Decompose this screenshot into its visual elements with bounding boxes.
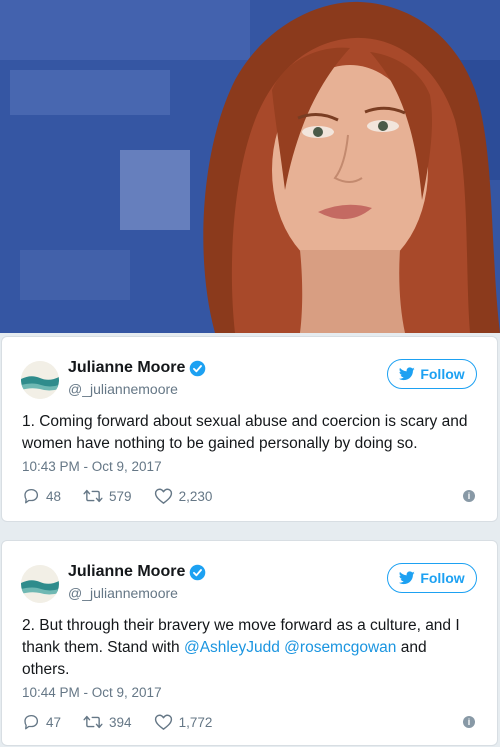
tweet-timestamp[interactable]: 10:43 PM - Oct 9, 2017 <box>22 459 162 474</box>
user-handle[interactable]: @_juliannemoore <box>68 585 178 601</box>
tweet-card[interactable]: Julianne Moore @_juliannemoore Follow 1.… <box>1 336 498 522</box>
retweet-count: 394 <box>109 714 132 730</box>
tweet-card[interactable]: Julianne Moore @_juliannemoore Follow 2.… <box>1 540 498 746</box>
like-action[interactable]: 2,230 <box>154 487 213 505</box>
tweet-actions: 48 579 2,230 <box>22 487 234 505</box>
like-count: 1,772 <box>178 714 213 730</box>
follow-button[interactable]: Follow <box>387 359 477 389</box>
retweet-count: 579 <box>109 488 132 504</box>
heart-icon <box>154 714 172 730</box>
bird-icon <box>399 367 416 381</box>
info-icon[interactable]: i <box>463 716 475 728</box>
retweet-action[interactable]: 394 <box>83 713 132 731</box>
follow-button[interactable]: Follow <box>387 563 477 593</box>
reply-icon <box>24 488 39 504</box>
avatar[interactable] <box>21 565 59 603</box>
tweet-text: 2. But through their bravery we move for… <box>22 615 475 681</box>
avatar-image <box>21 361 59 399</box>
retweet-icon <box>83 715 103 729</box>
mention-link[interactable]: @AshleyJudd <box>184 639 280 656</box>
display-name[interactable]: Julianne Moore <box>68 359 185 377</box>
mention-link[interactable]: @rosemcgowan <box>284 639 396 656</box>
avatar-image <box>21 565 59 603</box>
reply-action[interactable]: 47 <box>22 713 61 731</box>
verified-badge-icon <box>190 360 206 376</box>
header-photo <box>0 0 500 333</box>
retweet-action[interactable]: 579 <box>83 487 132 505</box>
verified-badge-icon <box>190 564 206 580</box>
tweet-actions: 47 394 1,772 <box>22 713 234 731</box>
tweet-timestamp[interactable]: 10:44 PM - Oct 9, 2017 <box>22 685 162 700</box>
follow-label: Follow <box>420 366 465 382</box>
reply-count: 48 <box>46 488 62 504</box>
info-icon[interactable]: i <box>463 490 475 502</box>
reply-action[interactable]: 48 <box>22 487 61 505</box>
bird-icon <box>399 571 416 585</box>
follow-label: Follow <box>420 570 465 586</box>
user-handle[interactable]: @_juliannemoore <box>68 381 178 397</box>
reply-icon <box>24 714 39 730</box>
tweet-text: 1. Coming forward about sexual abuse and… <box>22 413 468 452</box>
like-count: 2,230 <box>178 488 213 504</box>
retweet-icon <box>83 489 103 503</box>
portrait-image <box>0 0 500 333</box>
heart-icon <box>154 488 172 504</box>
display-name[interactable]: Julianne Moore <box>68 563 185 581</box>
reply-count: 47 <box>46 714 62 730</box>
avatar[interactable] <box>21 361 59 399</box>
like-action[interactable]: 1,772 <box>154 713 213 731</box>
